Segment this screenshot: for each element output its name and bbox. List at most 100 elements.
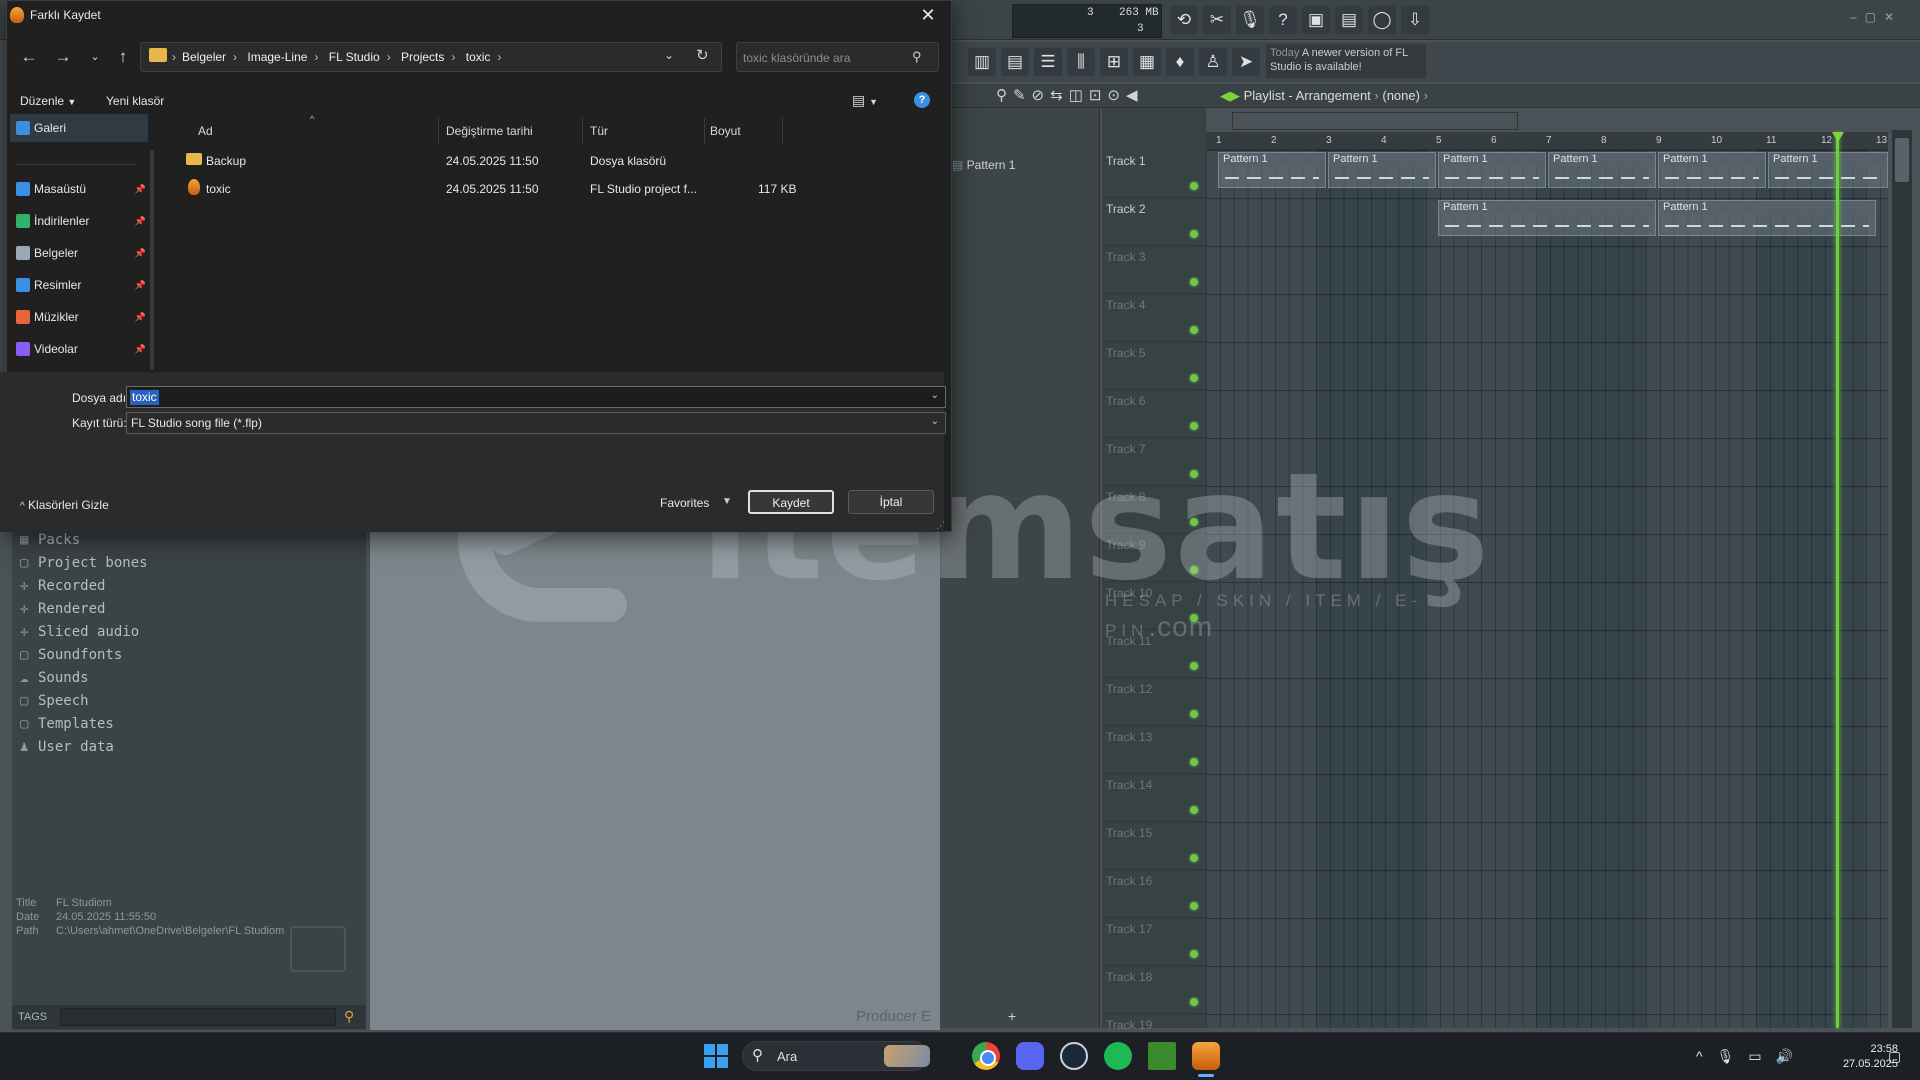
track-header[interactable]: Track 5	[1102, 342, 1206, 390]
pin-icon[interactable]: 📌	[135, 175, 146, 203]
pin-icon[interactable]: 📌	[135, 335, 146, 363]
spotify-icon[interactable]	[1104, 1042, 1132, 1070]
steam-icon[interactable]	[1060, 1042, 1088, 1070]
track-mute-led-icon[interactable]	[1190, 758, 1198, 766]
metronome-icon[interactable]: ♙	[1199, 48, 1227, 76]
track-header[interactable]: Track 17	[1102, 918, 1206, 966]
track-mute-led-icon[interactable]	[1190, 278, 1198, 286]
news-panel[interactable]: Today A newer version of FL Studio is av…	[1266, 44, 1426, 78]
cut-icon[interactable]: ✂	[1203, 6, 1231, 34]
playlist-overview[interactable]	[1232, 112, 1518, 130]
nav-item[interactable]: Belgeler 📌	[10, 239, 148, 267]
search-highlight-image[interactable]	[884, 1045, 930, 1067]
track-header[interactable]: Track 11	[1102, 630, 1206, 678]
breadcrumb-item[interactable]: Projects	[401, 50, 444, 64]
pattern-clip[interactable]: Pattern 1	[1438, 152, 1546, 188]
browser-item[interactable]: ☁ Sounds	[20, 670, 89, 686]
up-arrow-icon[interactable]: ↑	[110, 44, 136, 70]
track-header[interactable]: Track 18	[1102, 966, 1206, 1014]
browser-item[interactable]: ▢ Templates	[20, 716, 114, 732]
track-header[interactable]: Track 3	[1102, 246, 1206, 294]
track-mute-led-icon[interactable]	[1190, 518, 1198, 526]
channel-rack-icon[interactable]: ☰	[1034, 48, 1062, 76]
nav-item[interactable]: Videolar 📌	[10, 335, 148, 363]
close-icon[interactable]: ✕	[914, 3, 942, 27]
playlist-scrollbar[interactable]	[1892, 130, 1912, 1028]
address-history-chevron-icon[interactable]: ⌄	[664, 48, 674, 62]
track-mute-led-icon[interactable]	[1190, 806, 1198, 814]
filename-input[interactable]: toxic ⌄	[126, 386, 946, 408]
track-header[interactable]: Track 4	[1102, 294, 1206, 342]
browser-item[interactable]: ▢ Speech	[20, 693, 89, 709]
microphone-icon[interactable]: 🎙	[1236, 6, 1264, 34]
playhead-marker[interactable]	[1832, 132, 1844, 142]
windows-start-icon[interactable]	[704, 1044, 728, 1068]
track-header[interactable]: Track 16	[1102, 870, 1206, 918]
track-header[interactable]: Track 8	[1102, 486, 1206, 534]
breadcrumb-item[interactable]: FL Studio	[329, 50, 380, 64]
clock[interactable]: 23:58 27.05.2025	[1818, 1042, 1898, 1072]
track-mute-led-icon[interactable]	[1190, 710, 1198, 718]
pattern-clip[interactable]: Pattern 1	[1328, 152, 1436, 188]
playlist-tools[interactable]: ⚲✎⊘⇆◫⊡⊙◀	[996, 86, 1144, 104]
pin-icon[interactable]: 📌	[135, 207, 146, 235]
browser-item[interactable]: ▦ Packs	[20, 532, 80, 548]
track-header[interactable]: Track 2	[1102, 198, 1206, 246]
browser-item[interactable]: ✛ Rendered	[20, 601, 105, 617]
help-icon[interactable]: ?	[1269, 6, 1297, 34]
track-header[interactable]: Track 13	[1102, 726, 1206, 774]
browser-item[interactable]: ✛ Sliced audio	[20, 624, 139, 640]
view-options-icon[interactable]: ▤ ▼	[852, 92, 878, 109]
playhead[interactable]	[1836, 132, 1839, 1028]
refresh-icon[interactable]: ↻	[696, 46, 709, 64]
system-tray-icons[interactable]: ^🎙▭🔊	[1696, 1048, 1807, 1065]
nav-item[interactable]: İndirilenler 📌	[10, 207, 148, 235]
breadcrumb[interactable]: Belgeler › Image-Line › FL Studio › Project…	[182, 50, 508, 64]
tuner-icon[interactable]: ♦	[1166, 48, 1194, 76]
search-icon[interactable]: ⚲	[912, 49, 922, 65]
pin-icon[interactable]: 📌	[135, 239, 146, 267]
browser-item[interactable]: ▢ Soundfonts	[20, 647, 122, 663]
track-header[interactable]: Track 15	[1102, 822, 1206, 870]
notification-icon[interactable]: ▢	[1888, 1048, 1901, 1065]
browser-item[interactable]: ▢ Project bones	[20, 555, 148, 571]
filetype-select[interactable]: FL Studio song file (*.flp) ⌄	[126, 412, 946, 434]
track-mute-led-icon[interactable]	[1190, 854, 1198, 862]
tag-search-icon[interactable]: ⚲	[344, 1008, 354, 1025]
pattern-clip[interactable]: Pattern 1	[1548, 152, 1656, 188]
file-row[interactable]: toxic 24.05.2025 11:50 FL Studio project f…	[180, 176, 796, 200]
column-size[interactable]: Boyut	[710, 124, 741, 138]
pattern-clip[interactable]: Pattern 1	[1218, 152, 1326, 188]
playlist-icon[interactable]: ▥	[968, 48, 996, 76]
track-header[interactable]: Track 14	[1102, 774, 1206, 822]
track-mute-led-icon[interactable]	[1190, 566, 1198, 574]
save-button[interactable]: Kaydet	[748, 490, 834, 514]
track-mute-led-icon[interactable]	[1190, 614, 1198, 622]
export-icon[interactable]: ▤	[1335, 6, 1363, 34]
track-mute-led-icon[interactable]	[1190, 374, 1198, 382]
minecraft-icon[interactable]	[1148, 1042, 1176, 1070]
track-mute-led-icon[interactable]	[1190, 950, 1198, 958]
browser-item[interactable]: ✛ Recorded	[20, 578, 105, 594]
recent-chevron-icon[interactable]: ⌄	[82, 44, 108, 70]
download-icon[interactable]: ⇩	[1401, 6, 1429, 34]
organize-button[interactable]: Düzenle ▼	[20, 94, 76, 108]
discord-icon[interactable]	[1016, 1042, 1044, 1070]
fl-window-controls[interactable]: –▢✕	[1850, 10, 1916, 26]
chevron-down-icon[interactable]: ⌄	[931, 416, 939, 427]
column-name[interactable]: Ad	[198, 124, 213, 138]
fl-studio-icon[interactable]	[1192, 1042, 1220, 1070]
track-header[interactable]: Track 6	[1102, 390, 1206, 438]
back-arrow-icon[interactable]: ←	[16, 44, 42, 70]
browser-icon[interactable]: ⊞	[1100, 48, 1128, 76]
help-icon[interactable]: ?	[914, 92, 930, 108]
track-header[interactable]: Track 1	[1102, 150, 1206, 198]
search-icon[interactable]: ⚲	[752, 1046, 763, 1064]
piano-roll-icon[interactable]: ▤	[1001, 48, 1029, 76]
track-mute-led-icon[interactable]	[1190, 902, 1198, 910]
track-mute-led-icon[interactable]	[1190, 230, 1198, 238]
cancel-button[interactable]: İptal	[848, 490, 934, 514]
nav-item[interactable]: Masaüstü 📌	[10, 175, 148, 203]
breadcrumb-item[interactable]: Belgeler	[182, 50, 226, 64]
plugin-picker-icon[interactable]: ▦	[1133, 48, 1161, 76]
